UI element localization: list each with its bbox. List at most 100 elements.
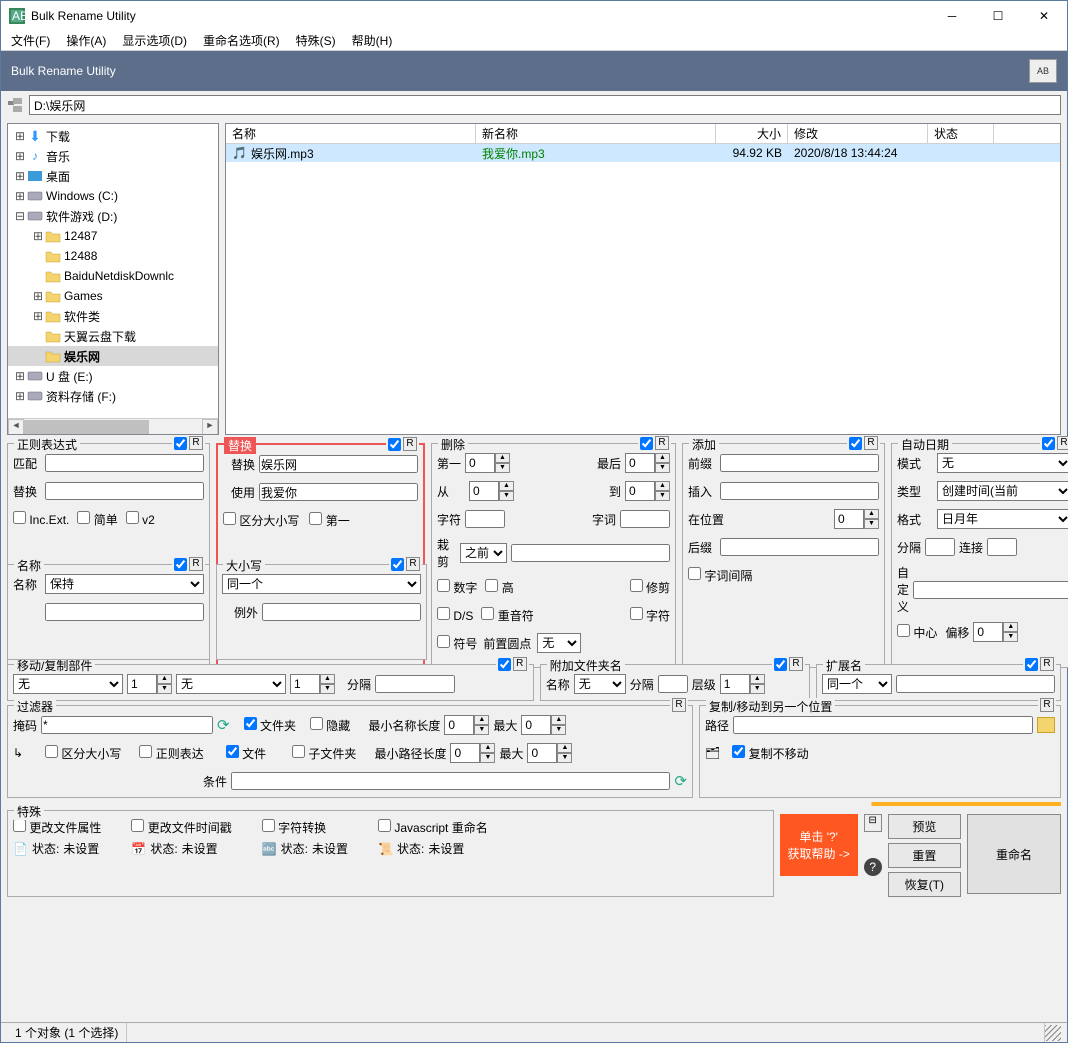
folder-tree-icon[interactable] <box>7 97 23 113</box>
filter-files-check[interactable]: 文件 <box>226 745 266 762</box>
add-prefix-input[interactable] <box>720 454 879 472</box>
case-except-input[interactable] <box>262 603 421 621</box>
refresh-icon-2[interactable]: ⟳ <box>674 772 687 790</box>
autodate-join-input[interactable] <box>987 538 1017 556</box>
add-suffix-input[interactable] <box>720 538 879 556</box>
menu-special[interactable]: 特殊(S) <box>290 31 342 50</box>
menu-file[interactable]: 文件(F) <box>5 31 56 50</box>
case-enable-check[interactable] <box>391 558 404 571</box>
del-ds-check[interactable]: D/S <box>437 607 473 623</box>
special-ts-check[interactable]: 更改文件时间戳 <box>131 819 231 836</box>
name-enable-check[interactable] <box>174 558 187 571</box>
copy-reset-button[interactable]: R <box>1040 698 1054 712</box>
autodate-enable-check[interactable] <box>1042 437 1055 450</box>
rename-button[interactable]: 重命名 <box>967 814 1061 894</box>
del-accent-check[interactable]: 重音符 <box>481 607 533 624</box>
maximize-button[interactable]: ☐ <box>975 1 1021 31</box>
delete-reset-button[interactable]: R <box>655 436 669 450</box>
move-n1-spin[interactable]: ▲▼ <box>127 674 172 694</box>
menu-display[interactable]: 显示选项(D) <box>116 31 193 50</box>
column-header[interactable]: 修改 <box>788 124 928 143</box>
filter-reset-button[interactable]: R <box>672 698 686 712</box>
menu-help[interactable]: 帮助(H) <box>346 31 399 50</box>
del-high-check[interactable]: 高 <box>485 579 513 596</box>
del-words-input[interactable] <box>620 510 670 528</box>
del-digits-check[interactable]: 数字 <box>437 579 477 596</box>
ext-input[interactable] <box>896 675 1055 693</box>
filter-hidden-check[interactable]: 隐藏 <box>310 717 350 734</box>
column-header[interactable]: 大小 <box>716 124 788 143</box>
del-trim-check[interactable]: 修剪 <box>630 579 670 596</box>
autodate-type-select[interactable]: 创建时间(当前 <box>937 481 1068 501</box>
tree-item[interactable]: ⊞⬇下载 <box>8 126 218 146</box>
add-atpos-spin[interactable]: ▲▼ <box>834 509 879 529</box>
regex-enable-check[interactable] <box>174 437 187 450</box>
column-header[interactable]: 状态 <box>928 124 994 143</box>
file-row[interactable]: 🎵娱乐网.mp3我爱你.mp394.92 KB2020/8/18 13:44:2… <box>226 144 1060 162</box>
tree-item[interactable]: ⊞桌面 <box>8 166 218 186</box>
autodate-sep-input[interactable] <box>925 538 955 556</box>
autodate-reset-button[interactable]: R <box>1057 436 1068 450</box>
tree-item[interactable]: 天翼云盘下载 <box>8 326 218 346</box>
name-reset-button[interactable]: R <box>189 557 203 571</box>
reset-button[interactable]: 重置 <box>888 843 961 868</box>
tree-item[interactable]: 12488 <box>8 246 218 266</box>
tree-item[interactable]: ⊟软件游戏 (D:) <box>8 206 218 226</box>
filter-folders-check[interactable]: 文件夹 <box>244 717 296 734</box>
tree-item[interactable]: ⊞Games <box>8 286 218 306</box>
case-reset-button[interactable]: R <box>406 557 420 571</box>
replace-case-check[interactable]: 区分大小写 <box>223 512 299 529</box>
autodate-center-check[interactable]: 中心 <box>897 624 937 641</box>
path-input[interactable] <box>29 95 1061 115</box>
filter-case-check[interactable]: 区分大小写 <box>45 745 121 762</box>
del-sym-check[interactable]: 符号 <box>437 635 477 652</box>
tree-item[interactable]: BaiduNetdiskDownlc <box>8 266 218 286</box>
tree-item[interactable]: ⊞软件类 <box>8 306 218 326</box>
move-reset-button[interactable]: R <box>513 657 527 671</box>
del-to-spin[interactable]: ▲▼ <box>625 481 670 501</box>
filter-subfolders-check[interactable]: 子文件夹 <box>292 745 356 762</box>
tree-item[interactable]: ⊞12487 <box>8 226 218 246</box>
del-first-spin[interactable]: ▲▼ <box>465 453 510 473</box>
tree-hscrollbar[interactable]: ◄► <box>8 418 218 434</box>
preview-button[interactable]: 预览 <box>888 814 961 839</box>
appendfolder-enable-check[interactable] <box>774 658 787 671</box>
regex-match-input[interactable] <box>45 454 204 472</box>
del-lead-select[interactable]: 无 <box>537 633 581 653</box>
replace-first-check[interactable]: 第一 <box>309 512 349 529</box>
af-sep-input[interactable] <box>658 675 688 693</box>
ext-enable-check[interactable] <box>1025 658 1038 671</box>
ext-mode-select[interactable]: 同一个 <box>822 674 892 694</box>
del-char-check[interactable]: 字符 <box>630 607 670 624</box>
regex-simple-check[interactable]: 简单 <box>77 511 117 528</box>
column-header[interactable]: 名称 <box>226 124 476 143</box>
autodate-offset-spin[interactable]: ▲▼ <box>973 622 1018 642</box>
del-from-spin[interactable]: ▲▼ <box>469 481 514 501</box>
help-toggle-button[interactable]: ⊟ <box>864 814 882 832</box>
regex-reset-button[interactable]: R <box>189 436 203 450</box>
autodate-fmt-select[interactable]: 日月年 <box>937 509 1068 529</box>
tree-item[interactable]: ⊞Windows (C:) <box>8 186 218 206</box>
filter-mask-input[interactable] <box>41 716 213 734</box>
name-fixed-input[interactable] <box>45 603 204 621</box>
move-copy1-select[interactable]: 无 <box>13 674 123 694</box>
ext-reset-button[interactable]: R <box>1040 657 1054 671</box>
add-enable-check[interactable] <box>849 437 862 450</box>
copy-path-input[interactable] <box>733 716 1033 734</box>
minimize-button[interactable]: ─ <box>929 1 975 31</box>
special-js-check[interactable]: Javascript 重命名 <box>378 819 488 836</box>
replace-find-input[interactable] <box>259 455 418 473</box>
help-box[interactable]: 单击 '?'获取帮助 -> <box>780 814 858 876</box>
folder-tree[interactable]: ⊞⬇下载⊞♪音乐⊞桌面⊞Windows (C:)⊟软件游戏 (D:)⊞12487… <box>7 123 219 435</box>
autodate-custom-input[interactable] <box>913 581 1068 599</box>
move-sep-input[interactable] <box>375 675 455 693</box>
special-charconv-check[interactable]: 字符转换 <box>262 819 348 836</box>
regex-incext-check[interactable]: Inc.Ext. <box>13 511 69 527</box>
move-enable-check[interactable] <box>498 658 511 671</box>
case-mode-select[interactable]: 同一个 <box>222 574 421 594</box>
del-last-spin[interactable]: ▲▼ <box>625 453 670 473</box>
tree-item[interactable]: 娱乐网 <box>8 346 218 366</box>
menu-action[interactable]: 操作(A) <box>60 31 112 50</box>
column-header[interactable]: 新名称 <box>476 124 716 143</box>
refresh-icon[interactable]: ⟳ <box>217 716 230 734</box>
